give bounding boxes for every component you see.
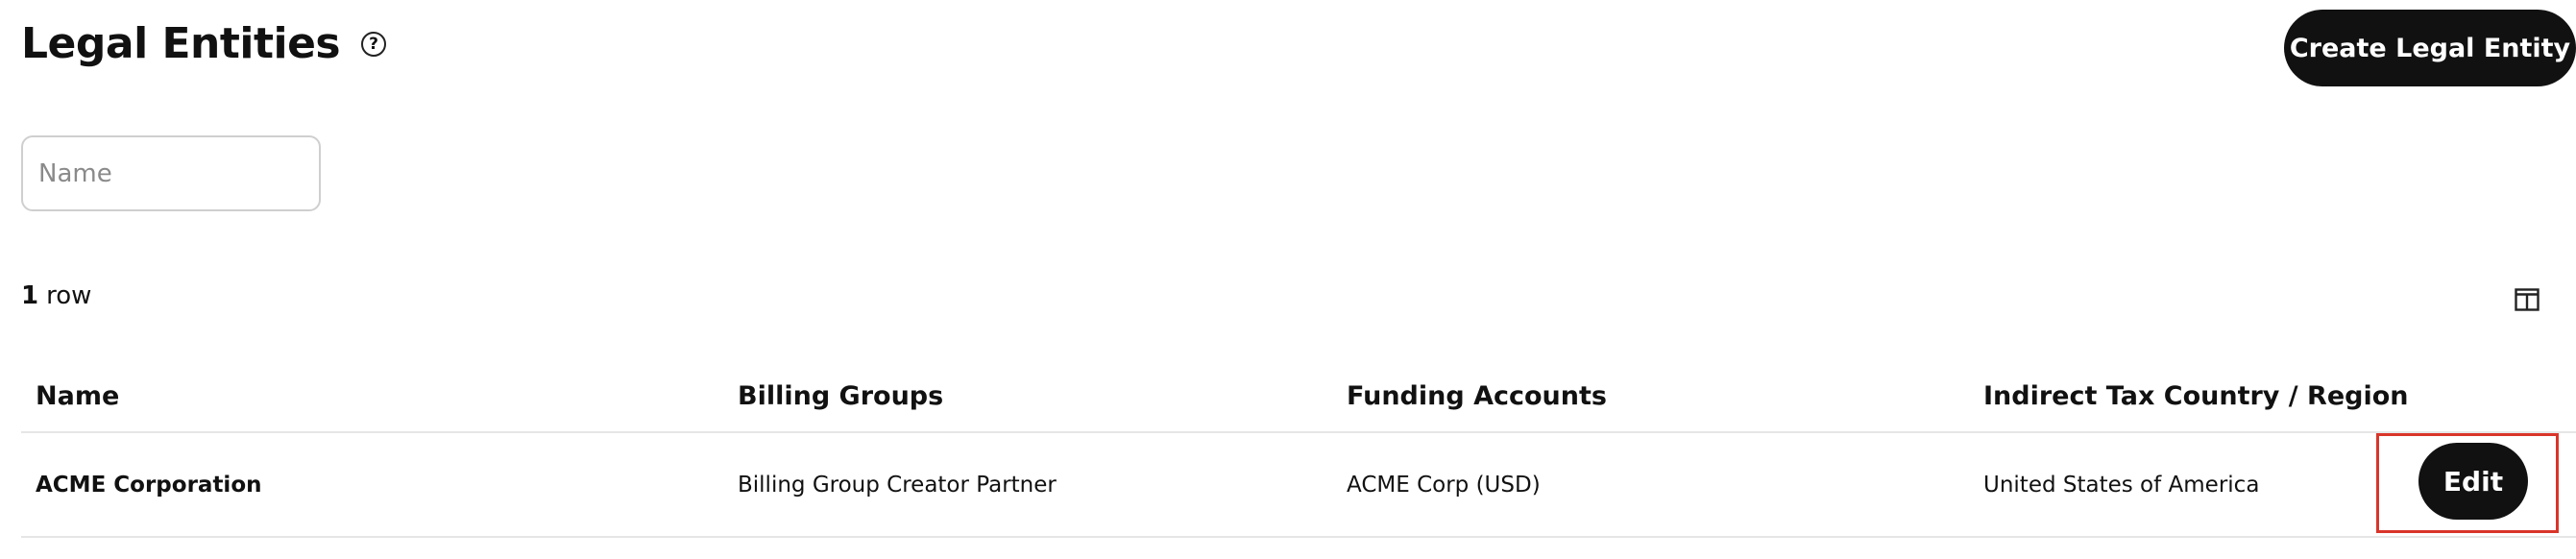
edit-button[interactable]: Edit — [2418, 443, 2528, 520]
column-header-billing-groups[interactable]: Billing Groups — [738, 360, 943, 431]
row-count-number: 1 — [21, 281, 39, 310]
columns-layout-icon[interactable] — [2515, 288, 2540, 311]
table-header-row: Name Billing Groups Funding Accounts Ind… — [21, 360, 2576, 433]
help-icon[interactable]: ? — [361, 32, 387, 57]
cell-tax-region: United States of America — [1983, 472, 2260, 498]
cell-billing-groups: Billing Group Creator Partner — [738, 472, 1057, 498]
column-header-tax-region[interactable]: Indirect Tax Country / Region — [1983, 360, 2409, 431]
legal-entities-table: Name Billing Groups Funding Accounts Ind… — [21, 360, 2576, 538]
legal-entities-page: Legal Entities ? Create Legal Entity 1 r… — [0, 0, 2576, 559]
table-row: ACME Corporation Billing Group Creator P… — [21, 433, 2576, 538]
column-header-funding-accounts[interactable]: Funding Accounts — [1347, 360, 1607, 431]
row-count-label: row — [46, 281, 92, 310]
create-legal-entity-button[interactable]: Create Legal Entity — [2284, 10, 2576, 86]
row-count: 1 row — [21, 281, 91, 310]
name-filter-input[interactable] — [21, 135, 321, 211]
page-header: Legal Entities ? — [21, 10, 387, 79]
column-header-name[interactable]: Name — [36, 360, 119, 431]
cell-name: ACME Corporation — [36, 472, 262, 498]
page-title: Legal Entities — [21, 19, 341, 68]
cell-funding-accounts: ACME Corp (USD) — [1347, 472, 1541, 498]
